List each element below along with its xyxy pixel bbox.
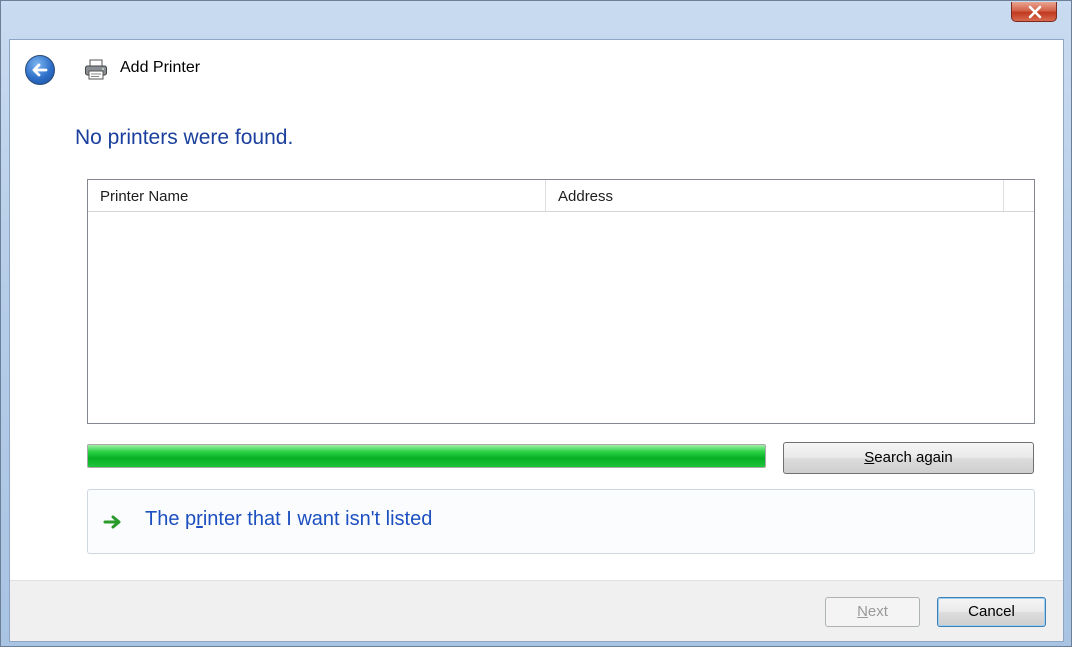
printer-not-listed-option[interactable]: The printer that I want isn't listed: [87, 489, 1035, 554]
wizard-title: Add Printer: [120, 59, 201, 76]
wizard-header: Add Printer: [10, 40, 1063, 102]
list-header: Printer Name Address: [88, 180, 1034, 212]
search-again-button[interactable]: Search again: [783, 442, 1034, 474]
next-label: ext: [867, 603, 888, 620]
printer-not-listed-link[interactable]: The printer that I want isn't listed: [145, 508, 432, 531]
next-button[interactable]: Next: [825, 597, 920, 627]
close-button[interactable]: [1011, 2, 1057, 22]
wizard-client-area: Add Printer No printers were found. Prin…: [9, 39, 1064, 642]
page-heading: No printers were found.: [75, 126, 294, 149]
search-again-mnemonic: S: [864, 449, 875, 466]
link-text-mnemonic: r: [196, 508, 203, 530]
column-header-address[interactable]: Address: [546, 180, 1004, 211]
back-button[interactable]: [25, 55, 55, 85]
printer-list[interactable]: Printer Name Address: [87, 179, 1035, 424]
search-progress-bar: [87, 444, 766, 468]
printer-icon: [85, 59, 107, 80]
green-arrow-icon: [103, 515, 121, 529]
close-icon: [1028, 5, 1042, 19]
search-again-label: earch again: [874, 449, 953, 466]
progress-fill: [88, 445, 765, 467]
add-printer-window: Add Printer No printers were found. Prin…: [0, 0, 1072, 647]
title-bar: [1, 1, 1071, 39]
column-header-printer-name[interactable]: Printer Name: [88, 180, 546, 211]
link-text-start: The p: [145, 508, 197, 530]
cancel-button[interactable]: Cancel: [937, 597, 1046, 627]
link-text-end: inter that I want isn't listed: [202, 508, 433, 530]
wizard-footer: Next Cancel: [10, 580, 1063, 641]
back-arrow-icon: [32, 63, 48, 77]
next-mnemonic: N: [857, 603, 868, 620]
